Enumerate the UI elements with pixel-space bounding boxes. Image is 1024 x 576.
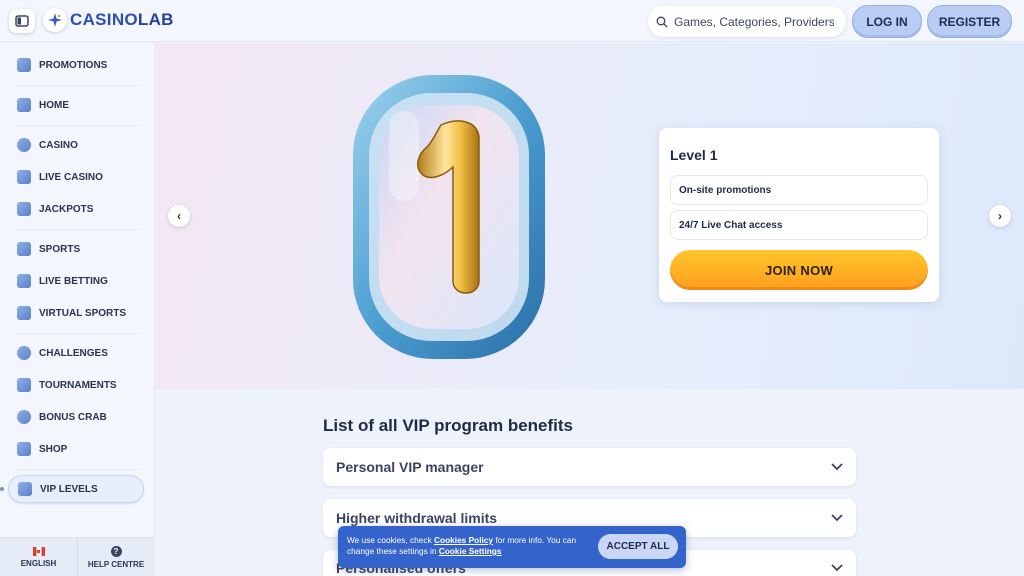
cookies-policy-link[interactable]: Cookies Policy [434,535,493,545]
shop-icon [17,442,31,456]
sidebar-item-label: JACKPOTS [39,203,94,215]
sidebar-item-challenges[interactable]: CHALLENGES [8,339,144,367]
sidebar-divider [16,229,140,230]
accordion-label: Personal VIP manager [336,459,484,475]
crown-icon [18,482,32,496]
sidebar-toggle-icon [15,15,29,27]
cookie-message: We use cookies, check Cookies Policy for… [347,535,577,556]
sidebar-item-label: CASINO [39,139,78,151]
benefits-section-title: List of all VIP program benefits [323,416,574,435]
join-now-button[interactable]: JOIN NOW [670,250,928,290]
top-header: CASINOLAB LOG IN REGISTER [0,0,1024,42]
sidebar-item-virtual-sports[interactable]: VIRTUAL SPORTS [8,299,144,327]
level-title: Level 1 [670,147,718,163]
help-centre-button[interactable]: ? HELP CENTRE [77,538,154,576]
language-label: ENGLISH [20,559,57,568]
level-card: Level 1 On-site promotions 24/7 Live Cha… [659,128,939,302]
accordion-label: Higher withdrawal limits [336,510,498,526]
casinolab-logo[interactable]: CASINOLAB [43,8,174,32]
search-box[interactable] [648,6,846,37]
brand-name: CASINOLAB [70,10,174,29]
sidebar-divider [16,125,140,126]
canada-flag-icon [32,547,45,556]
live-casino-icon [17,170,31,184]
home-icon [17,98,31,112]
language-button[interactable]: ENGLISH [0,538,77,576]
sidebar-divider [16,469,140,470]
login-button[interactable]: LOG IN [852,5,922,38]
chevron-down-icon [831,564,843,572]
star-logo-icon [43,8,67,32]
sidebar-toggle-button[interactable] [9,9,35,33]
sidebar-item-live-casino[interactable]: LIVE CASINO [8,163,144,191]
active-indicator [0,487,4,491]
vip-hero-banner: ‹ 1 Level 1 On-site promotions 24/7 Live… [156,43,1024,389]
sidebar-item-label: LIVE CASINO [39,171,103,183]
sidebar: PROMOTIONS HOME CASINO LIVE CASINO JACKP… [0,43,155,576]
sidebar-item-label: SPORTS [39,243,81,255]
sidebar-item-label: TOURNAMENTS [39,379,117,391]
cookie-settings-link[interactable]: Cookie Settings [439,546,502,556]
sidebar-item-label: CHALLENGES [39,347,108,359]
chevron-left-icon: ‹ [177,209,181,223]
chevron-down-icon [831,463,843,471]
sidebar-item-label: VIRTUAL SPORTS [39,307,127,319]
chevron-down-icon [831,514,843,522]
sidebar-item-live-betting[interactable]: LIVE BETTING [8,267,144,295]
sidebar-item-label: BONUS CRAB [39,411,107,423]
sidebar-item-label: PROMOTIONS [39,59,108,71]
search-input[interactable] [674,14,834,29]
chevron-right-icon: › [998,209,1002,223]
register-button[interactable]: REGISTER [927,5,1012,38]
help-icon: ? [110,546,122,557]
sidebar-item-tournaments[interactable]: TOURNAMENTS [8,371,144,399]
sidebar-item-label: HOME [39,99,69,111]
level-benefit-item: 24/7 Live Chat access [670,210,928,240]
search-icon [656,16,668,27]
sidebar-item-vip-levels[interactable]: VIP LEVELS [8,475,144,503]
level-badge-image: 1 [353,75,545,359]
sidebar-item-promotions[interactable]: PROMOTIONS [8,51,144,79]
help-centre-label: HELP CENTRE [87,560,145,569]
accept-all-cookies-button[interactable]: ACCEPT ALL [598,534,678,559]
sidebar-footer: ENGLISH ? HELP CENTRE [0,537,155,576]
sidebar-item-label: VIP LEVELS [40,483,98,495]
sidebar-divider [16,333,140,334]
sidebar-item-shop[interactable]: SHOP [8,435,144,463]
live-betting-icon [17,274,31,288]
carousel-next-button[interactable]: › [989,205,1011,227]
sidebar-item-label: SHOP [39,443,68,455]
virtual-sports-icon [17,306,31,320]
sidebar-item-bonus-crab[interactable]: BONUS CRAB [8,403,144,431]
sidebar-item-label: LIVE BETTING [39,275,108,287]
sports-icon [17,242,31,256]
trophy-icon [17,378,31,392]
crab-icon [17,410,31,424]
level-benefit-item: On-site promotions [670,175,928,205]
sidebar-item-home[interactable]: HOME [8,91,144,119]
sidebar-item-jackpots[interactable]: JACKPOTS [8,195,144,223]
carousel-prev-button[interactable]: ‹ [168,205,190,227]
sidebar-divider [16,85,140,86]
cookie-banner: We use cookies, check Cookies Policy for… [338,526,686,568]
sidebar-item-casino[interactable]: CASINO [8,131,144,159]
benefit-accordion-item[interactable]: Personal VIP manager [323,448,856,486]
chip-icon [17,138,31,152]
sidebar-item-sports[interactable]: SPORTS [8,235,144,263]
megaphone-icon [17,58,31,72]
jackpot-icon [17,202,31,216]
challenges-icon [17,346,31,360]
